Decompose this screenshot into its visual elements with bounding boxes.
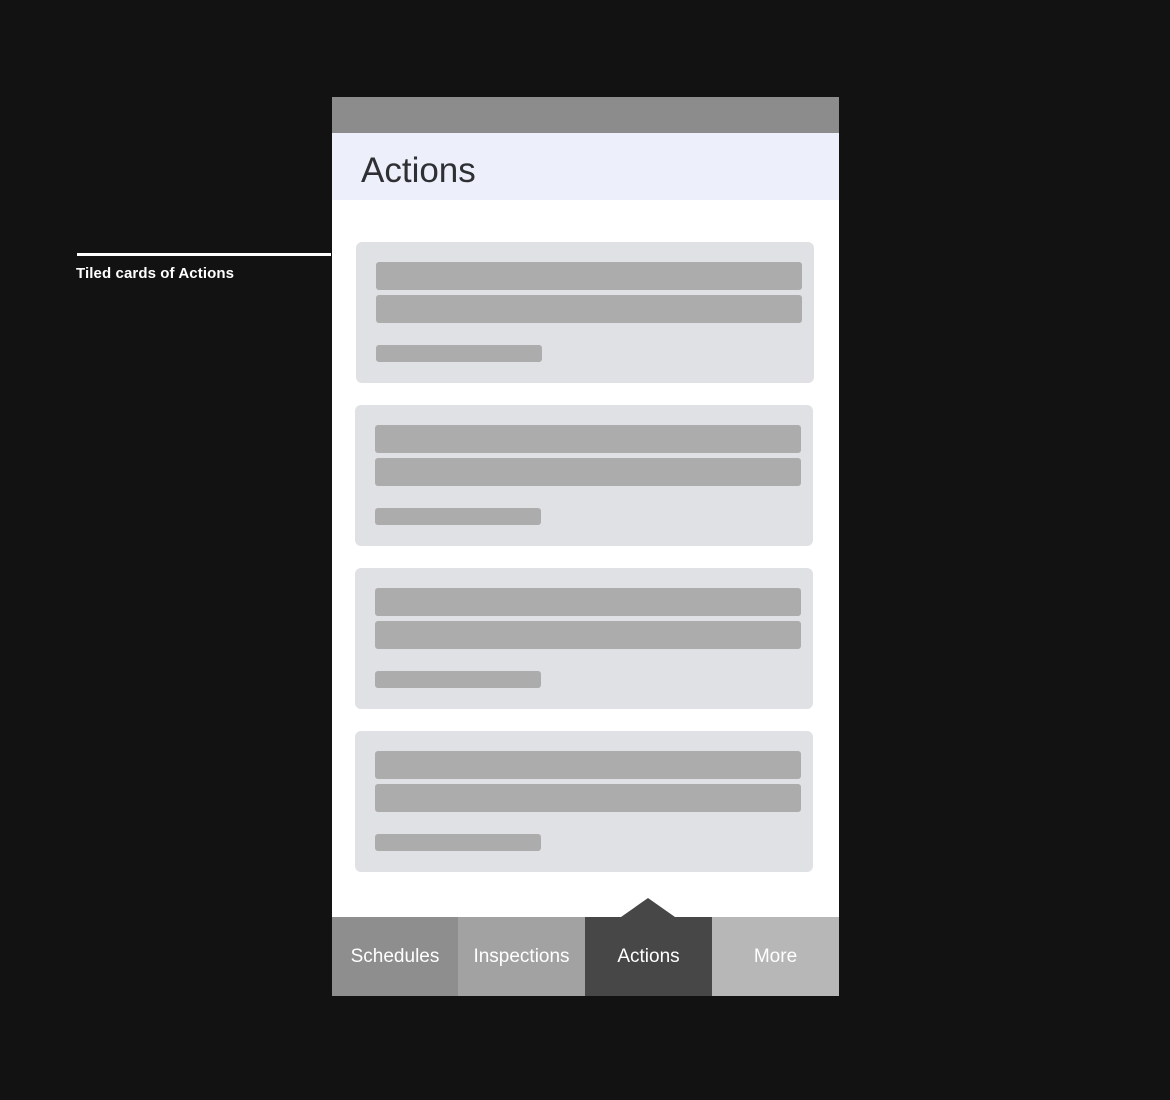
card-meta-placeholder [376,345,542,362]
action-card[interactable] [355,568,813,709]
card-subtitle-placeholder [375,621,801,649]
card-title-placeholder [376,262,802,290]
card-subtitle-placeholder [375,458,801,486]
card-meta-placeholder [375,508,541,525]
app-header: Actions [332,133,839,200]
page-title: Actions [361,151,476,190]
card-title-placeholder [375,425,801,453]
tab-inspections[interactable]: Inspections [458,917,585,996]
action-card[interactable] [355,405,813,546]
bottom-nav: Schedules Inspections Actions More [332,917,839,996]
active-tab-indicator [621,898,675,917]
action-card[interactable] [355,731,813,872]
card-subtitle-placeholder [376,295,802,323]
phone-screen: Actions Schedules Inspections Actions Mo… [332,97,839,996]
card-meta-placeholder [375,834,541,851]
annotation-line [77,253,331,256]
action-card[interactable] [356,242,814,383]
tab-actions[interactable]: Actions [585,917,712,996]
card-meta-placeholder [375,671,541,688]
card-subtitle-placeholder [375,784,801,812]
tab-more[interactable]: More [712,917,839,996]
tab-schedules[interactable]: Schedules [332,917,458,996]
status-bar [332,97,839,133]
card-title-placeholder [375,588,801,616]
annotation-label: Tiled cards of Actions [76,265,235,282]
card-title-placeholder [375,751,801,779]
